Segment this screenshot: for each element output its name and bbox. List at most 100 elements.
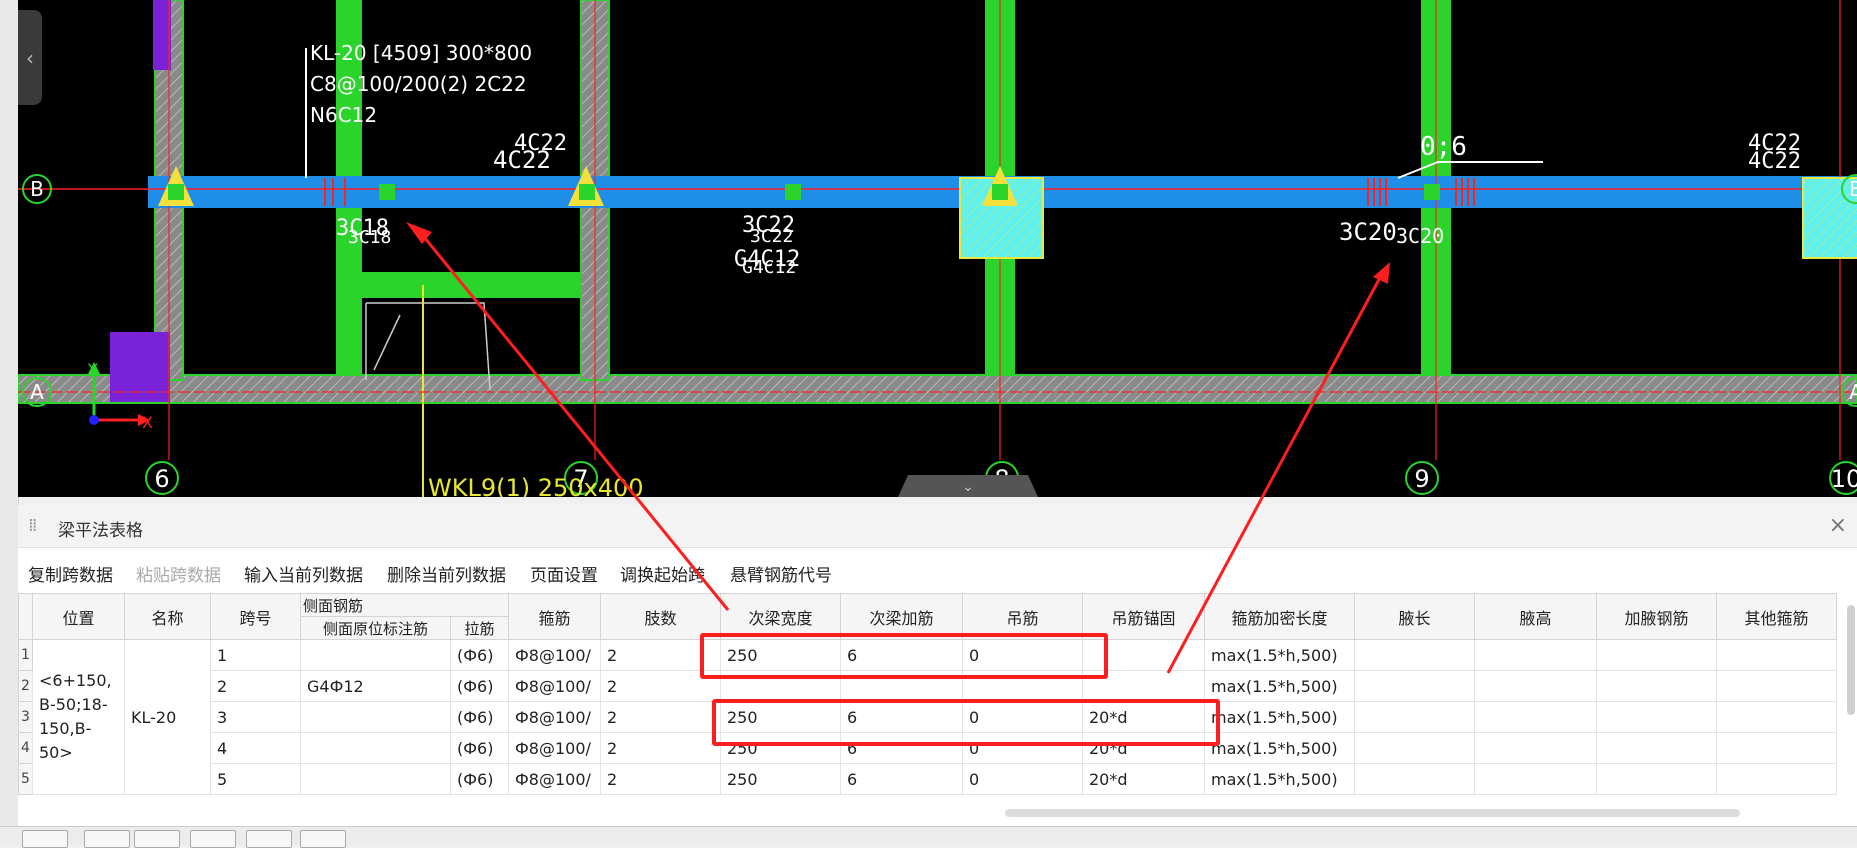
cell-haunch-rebar[interactable] xyxy=(1596,732,1717,764)
cell-tie[interactable]: (Ф6) xyxy=(450,763,509,795)
drag-grip-icon[interactable]: ⁞⁞ xyxy=(28,515,38,536)
cell-other-stirrup[interactable] xyxy=(1716,763,1837,795)
cell-side-rebar[interactable] xyxy=(300,639,451,671)
cell-haunch-height[interactable] xyxy=(1474,763,1597,795)
cell-secondary-add[interactable]: 6 xyxy=(840,763,963,795)
left-panel-collapse-button[interactable]: ‹ xyxy=(18,10,42,105)
cad-drawing-canvas[interactable]: B A B A 6 7 8 9 10 KL-20 [4509] 300*800 … xyxy=(18,0,1857,497)
cell-other-stirrup[interactable] xyxy=(1716,639,1837,671)
cell-haunch-length[interactable] xyxy=(1354,701,1475,733)
cell-haunch-length[interactable] xyxy=(1354,732,1475,764)
cell-hanger[interactable]: 0 xyxy=(962,763,1083,795)
rebar-label: 0;6 xyxy=(1420,132,1467,162)
cell-dense-length[interactable]: max(1.5*h,500) xyxy=(1204,639,1355,671)
copy-span-data-button[interactable]: 复制跨数据 xyxy=(28,561,113,586)
chevron-left-icon: ‹ xyxy=(26,45,34,70)
cell-haunch-height[interactable] xyxy=(1474,670,1597,702)
input-column-data-button[interactable]: 输入当前列数据 xyxy=(244,561,363,586)
cell-haunch-rebar[interactable] xyxy=(1596,763,1717,795)
close-icon[interactable]: × xyxy=(1829,513,1847,538)
cell-dense-length[interactable]: max(1.5*h,500) xyxy=(1204,763,1355,795)
cell-side-rebar[interactable] xyxy=(300,763,451,795)
page-setup-button[interactable]: 页面设置 xyxy=(530,561,598,586)
cell-stirrup[interactable]: Ф8@100/ xyxy=(508,763,601,795)
cell-tie[interactable]: (Ф6) xyxy=(450,639,509,671)
beam-annotation-line3: N6C12 xyxy=(310,103,377,127)
cell-side-rebar[interactable] xyxy=(300,701,451,733)
view-button[interactable] xyxy=(22,830,68,848)
cell-stirrup[interactable]: Ф8@100/ xyxy=(508,701,601,733)
view-button[interactable] xyxy=(190,830,236,848)
cell-span[interactable]: 2 xyxy=(210,670,301,702)
cell-tie[interactable]: (Ф6) xyxy=(450,670,509,702)
col-header-haunch-length[interactable]: 腋长 xyxy=(1354,593,1475,640)
cell-legs[interactable]: 2 xyxy=(600,701,721,733)
vertical-scrollbar[interactable] xyxy=(1847,605,1855,715)
table-row[interactable]: 5 5 (Ф6) Ф8@100/2 250 6 0 20*d max(1.5*h,500) xyxy=(18,763,1837,795)
view-button[interactable] xyxy=(84,830,130,848)
cell-haunch-height[interactable] xyxy=(1474,639,1597,671)
cell-stirrup[interactable]: Ф8@100/ xyxy=(508,732,601,764)
col-header-location[interactable]: 位置 xyxy=(32,593,125,640)
panel-header[interactable]: ⁞⁞ 梁平法表格 × xyxy=(18,505,1857,548)
rebar-label: G4C12 xyxy=(742,257,796,278)
node-marker xyxy=(992,184,1008,200)
col-header-haunch-rebar[interactable]: 加腋钢筋 xyxy=(1596,593,1717,640)
cell-haunch-length[interactable] xyxy=(1354,670,1475,702)
green-beam xyxy=(358,272,580,298)
col-header-dense-length[interactable]: 箍筋加密长度 xyxy=(1204,593,1355,640)
cell-legs[interactable]: 2 xyxy=(600,763,721,795)
cell-tie[interactable]: (Ф6) xyxy=(450,701,509,733)
swap-start-span-button[interactable]: 调换起始跨 xyxy=(620,561,705,586)
node-marker xyxy=(1424,184,1440,200)
col-header-span[interactable]: 跨号 xyxy=(210,593,301,640)
row-number[interactable]: 2 xyxy=(18,670,33,702)
cell-hanger-anchor[interactable]: 20*d xyxy=(1082,763,1205,795)
slab-opening xyxy=(373,314,401,371)
row-number[interactable]: 3 xyxy=(18,701,33,733)
cell-haunch-rebar[interactable] xyxy=(1596,670,1717,702)
cell-haunch-length[interactable] xyxy=(1354,639,1475,671)
cell-legs[interactable]: 2 xyxy=(600,732,721,764)
cell-haunch-rebar[interactable] xyxy=(1596,639,1717,671)
cell-side-rebar[interactable] xyxy=(300,732,451,764)
delete-column-data-button[interactable]: 删除当前列数据 xyxy=(387,561,506,586)
col-header-other-stirrup[interactable]: 其他箍筋 xyxy=(1716,593,1837,640)
cell-name[interactable]: KL-20 xyxy=(124,639,211,795)
cell-dense-length[interactable]: max(1.5*h,500) xyxy=(1204,670,1355,702)
cell-location[interactable]: <6+150, B-50;18-150,B-50> xyxy=(32,639,125,795)
cell-secondary-width[interactable]: 250 xyxy=(720,763,841,795)
horizontal-scrollbar[interactable] xyxy=(1005,809,1740,817)
col-header-stirrup[interactable]: 箍筋 xyxy=(508,593,601,640)
row-number[interactable]: 5 xyxy=(18,763,33,795)
cell-haunch-height[interactable] xyxy=(1474,732,1597,764)
view-button[interactable] xyxy=(300,830,346,848)
cell-other-stirrup[interactable] xyxy=(1716,732,1837,764)
cell-span[interactable]: 1 xyxy=(210,639,301,671)
cell-other-stirrup[interactable] xyxy=(1716,670,1837,702)
cell-span[interactable]: 4 xyxy=(210,732,301,764)
col-header-haunch-height[interactable]: 腋高 xyxy=(1474,593,1597,640)
view-button[interactable] xyxy=(134,830,180,848)
rebar-label: 3C22 xyxy=(750,226,793,247)
cell-span[interactable]: 3 xyxy=(210,701,301,733)
cantilever-rebar-code-button[interactable]: 悬臂钢筋代号 xyxy=(730,561,832,586)
paste-span-data-button[interactable]: 粘贴跨数据 xyxy=(136,561,221,586)
cell-other-stirrup[interactable] xyxy=(1716,701,1837,733)
cell-haunch-rebar[interactable] xyxy=(1596,701,1717,733)
cell-haunch-length[interactable] xyxy=(1354,763,1475,795)
col-header-tie[interactable]: 拉筋 xyxy=(450,616,509,640)
cell-dense-length[interactable]: max(1.5*h,500) xyxy=(1204,701,1355,733)
col-header-name[interactable]: 名称 xyxy=(124,593,211,640)
cell-stirrup[interactable]: Ф8@100/ xyxy=(508,639,601,671)
row-number[interactable]: 1 xyxy=(18,639,33,671)
cell-span[interactable]: 5 xyxy=(210,763,301,795)
cell-dense-length[interactable]: max(1.5*h,500) xyxy=(1204,732,1355,764)
view-button[interactable] xyxy=(246,830,292,848)
cell-stirrup[interactable]: Ф8@100/ xyxy=(508,670,601,702)
cell-side-rebar[interactable]: G4Ф12 xyxy=(300,670,451,702)
cell-tie[interactable]: (Ф6) xyxy=(450,732,509,764)
row-number[interactable]: 4 xyxy=(18,732,33,764)
cell-haunch-height[interactable] xyxy=(1474,701,1597,733)
col-header-side-original[interactable]: 侧面原位标注筋 xyxy=(300,616,451,640)
